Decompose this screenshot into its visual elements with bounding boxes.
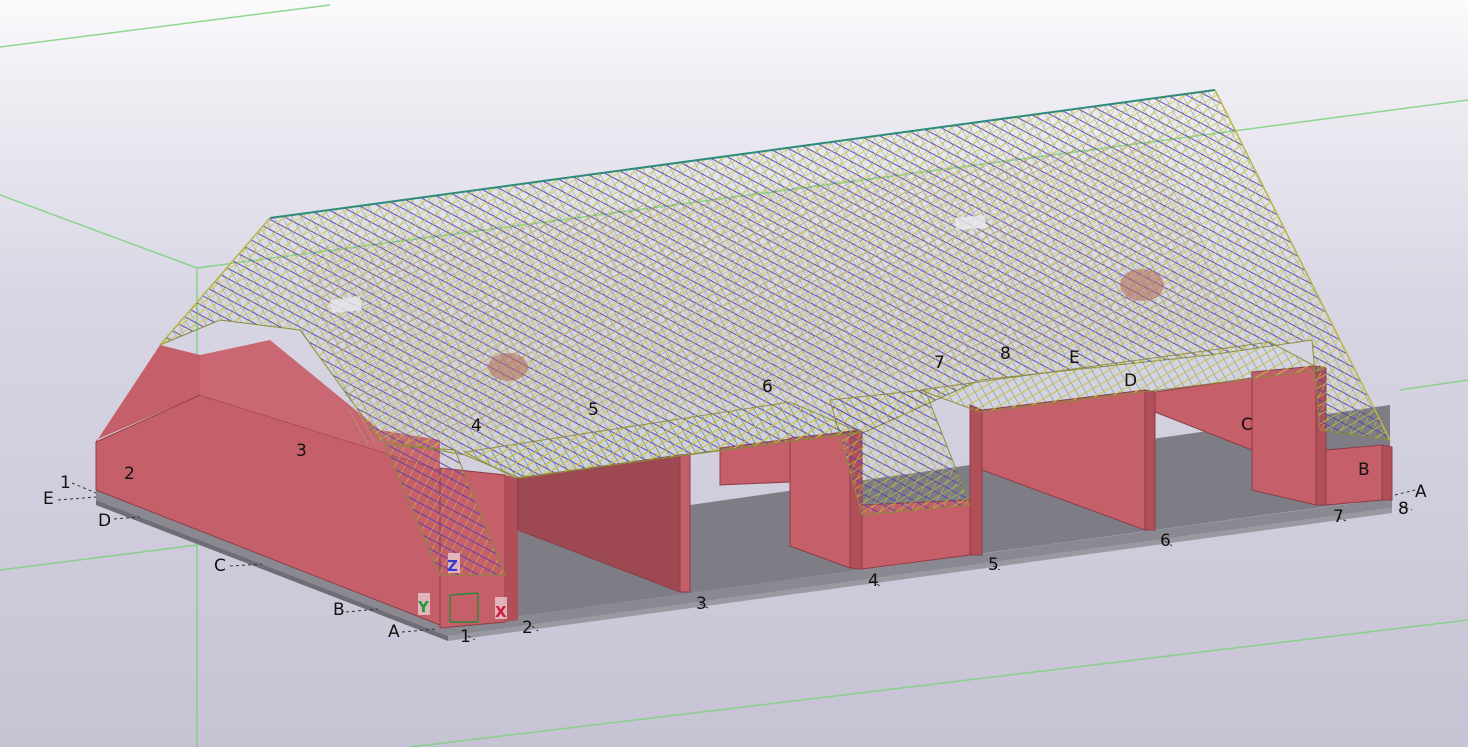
grid-label-A: A bbox=[388, 622, 400, 642]
model-label-6: 6 bbox=[762, 377, 773, 397]
model-label-4: 4 bbox=[471, 416, 482, 436]
model-label-B: B bbox=[1358, 460, 1370, 480]
grid-label-left-1: 1 bbox=[60, 473, 71, 493]
axis-y-label: Y bbox=[417, 598, 430, 616]
model-label-C: C bbox=[1241, 415, 1253, 435]
model-label-5: 5 bbox=[588, 400, 599, 420]
grid-label-4: 4 bbox=[868, 571, 879, 591]
model-label-D: D bbox=[1124, 371, 1137, 391]
axis-z-label: Z bbox=[447, 557, 458, 575]
grid-label-8: 8 bbox=[1398, 499, 1409, 519]
axis-x-label: X bbox=[495, 603, 507, 621]
model-viewport[interactable]: 1 2 3 4 5 6 7 8 1 E D C B A A 2 3 4 5 6 … bbox=[0, 0, 1468, 747]
model-label-E: E bbox=[1069, 348, 1080, 368]
grid-label-6: 6 bbox=[1160, 531, 1171, 551]
grid-label-2: 2 bbox=[522, 618, 533, 638]
grid-label-C: C bbox=[214, 556, 226, 576]
grid-label-right-A: A bbox=[1415, 482, 1427, 502]
model-label-3: 3 bbox=[296, 441, 307, 461]
grid-label-E: E bbox=[43, 489, 54, 509]
grid-label-7: 7 bbox=[1333, 507, 1344, 527]
model-label-8: 8 bbox=[1000, 344, 1011, 364]
grid-label-D: D bbox=[98, 511, 111, 531]
model-label-2: 2 bbox=[124, 464, 135, 484]
grid-label-B: B bbox=[333, 600, 345, 620]
model-label-7: 7 bbox=[934, 353, 945, 373]
grid-label-1: 1 bbox=[460, 627, 471, 647]
grid-label-3: 3 bbox=[696, 594, 707, 614]
grid-label-5: 5 bbox=[988, 555, 999, 575]
3d-model-scene[interactable]: 1 2 3 4 5 6 7 8 1 E D C B A A 2 3 4 5 6 … bbox=[0, 0, 1468, 747]
